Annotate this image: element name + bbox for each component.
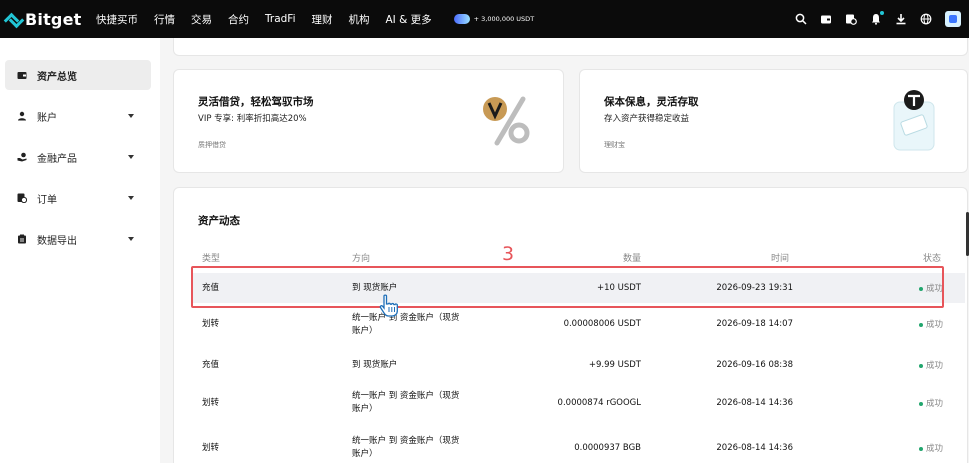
nav-markets[interactable]: 行情 [154, 12, 175, 27]
status-text: 成功 [925, 361, 943, 371]
promo-tag: 质押借贷 [198, 141, 226, 149]
column-header-amount: 数量 [622, 254, 641, 264]
sidebar-item-label: 金融产品 [37, 153, 77, 165]
status-text: 成功 [925, 444, 943, 454]
nav-buy-crypto[interactable]: 快捷买币 [96, 12, 138, 27]
column-header-type: 类型 [202, 254, 221, 264]
table-row[interactable]: 充值 到 现货账户 +9.99 USDT 2026-09-16 08:38 成功 [192, 355, 965, 381]
cell-amount: 0.00008006 USDT [563, 319, 641, 329]
cell-direction: 统一账户 到 资金账户（现货账户） [352, 313, 460, 336]
cell-time: 2026-08-14 14:36 [716, 398, 793, 408]
sidebar-item-account[interactable]: 账户 [5, 101, 151, 131]
promo-text: + 3,000,000 USDT [473, 15, 535, 23]
annotation-step-number: 3 [502, 243, 515, 265]
percent-coin-icon [483, 96, 530, 146]
avatar[interactable] [945, 11, 961, 27]
chevron-down-icon [128, 196, 134, 200]
success-dot-icon [918, 446, 923, 451]
nav-tradfi[interactable]: TradFi [265, 13, 295, 25]
tether-jar-icon [893, 90, 935, 151]
nav-institutional[interactable]: 机构 [348, 12, 369, 27]
cell-direction: 统一账户 到 资金账户（现货账户） [352, 391, 460, 414]
promo-badge-icon [453, 14, 470, 24]
sidebar-item-label: 账户 [37, 112, 57, 124]
success-dot-icon [918, 401, 923, 406]
sidebar-item-orders[interactable]: 订单 [5, 183, 151, 213]
sidebar-item-label: 数据导出 [37, 235, 77, 247]
main-nav: 快捷买币 行情 交易 合约 TradFi 理财 机构 AI & 更多 + 3,0… [96, 12, 534, 27]
globe-icon[interactable] [919, 12, 933, 26]
wallet-icon[interactable] [819, 12, 833, 26]
asset-activity-panel: 资产动态 类型 方向 数量 时间 状态 充值 到 现货账户 +10 USDT 2… [173, 187, 968, 463]
sidebar-item-data-export[interactable]: 数据导出 [5, 224, 151, 254]
status-badge: 成功 [918, 397, 943, 409]
cell-type: 充值 [202, 360, 220, 370]
promo-subtitle: VIP 专享: 利率折扣高达20% [198, 114, 307, 124]
nav-right-tools [783, 0, 961, 38]
promo-subtitle: 存入资产获得稳定收益 [604, 114, 690, 124]
status-text: 成功 [925, 399, 943, 409]
sidebar: 资产总览 账户 金融产品 订单 数据导出 [0, 38, 160, 463]
chevron-down-icon [128, 114, 134, 118]
table-row[interactable]: 划转 统一账户 到 资金账户（现货账户） 0.0000937 BGB 2026-… [192, 435, 965, 463]
finance-icon [17, 152, 27, 162]
sidebar-item-label: 资产总览 [37, 71, 77, 83]
cell-direction: 到 现货账户 [352, 360, 398, 370]
export-icon [17, 234, 27, 244]
column-header-time: 时间 [770, 254, 789, 264]
success-dot-icon [918, 322, 923, 327]
notification-dot [880, 11, 884, 15]
section-title: 资产动态 [198, 215, 240, 227]
sidebar-item-financial-products[interactable]: 金融产品 [5, 142, 151, 172]
bitget-logo[interactable]: Bitget [6, 10, 86, 29]
cell-amount: 0.0000937 BGB [574, 443, 641, 453]
column-header-status: 状态 [922, 254, 941, 264]
promo-card-savings[interactable]: 保本保息，灵活存取 存入资产获得稳定收益 理财宝 [579, 69, 968, 173]
promo-tag: 理财宝 [604, 141, 625, 149]
chevron-down-icon [128, 237, 134, 241]
cell-type: 划转 [202, 319, 220, 329]
status-text: 成功 [925, 320, 943, 330]
nav-futures[interactable]: 合约 [228, 12, 249, 27]
top-navbar: Bitget 快捷买币 行情 交易 合约 TradFi 理财 机构 AI & 更… [0, 0, 969, 38]
table-row[interactable]: 划转 统一账户 到 资金账户（现货账户） 0.00008006 USDT 202… [192, 312, 965, 346]
orders-icon[interactable] [844, 12, 858, 26]
wallet-icon [17, 70, 27, 80]
sidebar-item-label: 订单 [37, 194, 57, 206]
promo-title: 保本保息，灵活存取 [604, 96, 699, 108]
search-icon[interactable] [794, 12, 808, 26]
cell-amount: +9.99 USDT [588, 360, 641, 370]
brand-name: Bitget [25, 9, 82, 29]
bell-icon[interactable] [869, 11, 884, 26]
cell-type: 划转 [202, 398, 220, 408]
nav-earn[interactable]: 理财 [311, 12, 332, 27]
cell-time: 2026-09-16 08:38 [716, 360, 793, 370]
status-badge: 成功 [918, 318, 943, 330]
chevron-down-icon [128, 155, 134, 159]
promo-card-loan[interactable]: 灵活借贷，轻松驾驭市场 VIP 专享: 利率折扣高达20% 质押借贷 [173, 69, 564, 173]
sidebar-item-assets-overview[interactable]: 资产总览 [5, 60, 151, 90]
annotation-highlight-box [191, 266, 944, 308]
bitget-logo-icon [6, 11, 22, 27]
nav-trade[interactable]: 交易 [191, 12, 212, 27]
cell-time: 2026-09-18 14:07 [716, 319, 793, 329]
success-dot-icon [918, 363, 923, 368]
cell-time: 2026-08-14 14:36 [716, 443, 793, 453]
cell-type: 划转 [202, 443, 220, 453]
order-icon [17, 193, 27, 203]
column-header-direction: 方向 [352, 254, 371, 264]
hand-pointer-cursor-icon [379, 294, 398, 317]
table-row[interactable]: 划转 统一账户 到 资金账户（现货账户） 0.0000874 rGOOGL 20… [192, 390, 965, 424]
status-badge: 成功 [918, 359, 943, 371]
nav-ai-more[interactable]: AI & 更多 [385, 12, 431, 27]
user-icon [17, 111, 27, 121]
download-icon[interactable] [894, 12, 908, 26]
cell-direction: 统一账户 到 资金账户（现货账户） [352, 436, 460, 459]
status-badge: 成功 [918, 442, 943, 454]
previous-card-bottom [173, 38, 968, 56]
cell-amount: 0.0000874 rGOOGL [557, 398, 641, 408]
promo-title: 灵活借贷，轻松驾驭市场 [198, 96, 314, 108]
nav-promo[interactable]: + 3,000,000 USDT [453, 14, 535, 24]
